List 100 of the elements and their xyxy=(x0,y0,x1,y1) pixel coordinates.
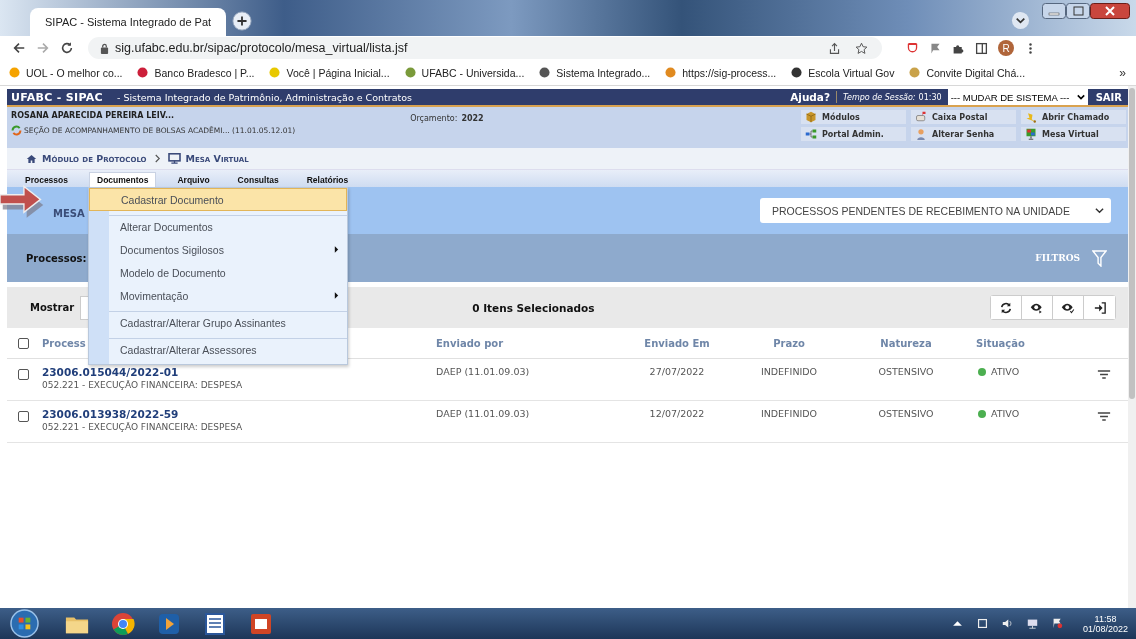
dropdown-item[interactable]: Cadastrar Documento xyxy=(89,188,347,211)
column-header: Situação xyxy=(975,337,1026,349)
menu-item[interactable]: Arquivo xyxy=(170,173,217,187)
document-icon[interactable] xyxy=(203,611,227,636)
process-number-link[interactable]: 23006.013938/2022-59 xyxy=(42,408,436,420)
table-cell-text: DAEP (11.01.09.03) xyxy=(436,408,531,419)
select-all-checkbox[interactable] xyxy=(18,337,29,349)
session-label: Tempo de Sessão: xyxy=(843,92,916,102)
column-header: Natureza xyxy=(879,337,933,349)
eye-check-icon xyxy=(1061,301,1075,314)
monitor-icon xyxy=(167,153,181,164)
tray-arrow-icon[interactable] xyxy=(951,618,963,629)
shortcut-link[interactable]: Mesa Virtual xyxy=(1021,127,1126,141)
table-cell-text: 12/07/2022 xyxy=(648,408,706,419)
browser-tab[interactable]: SIPAC - Sistema Integrado de Pat xyxy=(30,8,226,36)
shortcut-link[interactable]: Módulos xyxy=(801,110,906,124)
options-icon[interactable] xyxy=(1097,411,1111,422)
dropdown-item[interactable]: Modelo de Documento xyxy=(89,261,347,284)
budget-label: Orçamento: xyxy=(410,114,458,123)
bookmark[interactable]: Convite Digital Chá... xyxy=(909,66,1026,79)
star-icon[interactable] xyxy=(855,41,868,55)
profile-avatar[interactable]: R xyxy=(998,40,1014,56)
scrollbar[interactable] xyxy=(1128,86,1136,608)
column-header: Enviado Em xyxy=(643,337,711,349)
process-number-link[interactable]: 23006.015044/2022-01 xyxy=(42,366,436,378)
restore-icon[interactable] xyxy=(1066,3,1090,19)
budget-year: 2022 xyxy=(461,114,484,123)
session-time: 01:30 xyxy=(918,92,942,102)
column-header: Prazo xyxy=(772,337,806,349)
view-select[interactable]: PROCESSOS PENDENTES DE RECEBIMENTO NA UNIDADE xyxy=(760,198,1111,223)
shortcut-link[interactable]: Portal Admin. xyxy=(801,127,906,141)
table-cell-text: OSTENSIVO xyxy=(877,408,935,419)
lock-icon xyxy=(100,42,109,54)
person-icon xyxy=(915,128,927,140)
share-icon[interactable] xyxy=(828,41,841,55)
side-panel-icon[interactable] xyxy=(975,41,988,55)
speaker-icon[interactable] xyxy=(1001,618,1013,629)
browser-icon[interactable] xyxy=(111,611,135,636)
dropdown-item[interactable]: Movimentação xyxy=(89,284,347,307)
bookmark[interactable]: Banco Bradesco | P... xyxy=(137,66,255,79)
triangle-right-icon xyxy=(334,292,339,299)
refresh-icon xyxy=(999,301,1013,314)
menu-item[interactable]: Processos xyxy=(18,173,75,187)
bookmark[interactable]: https://sig-process... xyxy=(665,66,777,79)
address-bar[interactable]: sig.ufabc.edu.br/sipac/protocolo/mesa_virtual/lista.jsf xyxy=(88,37,882,59)
mailbox-icon xyxy=(915,111,927,123)
presentation-icon[interactable] xyxy=(249,611,273,636)
show-label: Mostrar xyxy=(30,302,75,313)
dropdown-item[interactable]: Documentos Sigilosos xyxy=(89,238,347,261)
chevron-right-icon xyxy=(153,154,161,163)
more-bookmarks[interactable]: » xyxy=(1119,65,1126,80)
table-cell-text: INDEFINIDO xyxy=(759,366,819,377)
menu-item[interactable]: Documentos xyxy=(89,172,157,187)
shortcut-link[interactable]: Alterar Senha xyxy=(911,127,1016,141)
page-title: MESA xyxy=(53,208,85,219)
sign-in-icon xyxy=(1092,301,1107,314)
table-cell-text: 27/07/2022 xyxy=(648,366,706,377)
triangle-right-icon xyxy=(334,246,339,253)
tab-title: SIPAC - Sistema Integrado de Pat xyxy=(45,16,212,28)
monitor-icon xyxy=(1025,128,1037,140)
refresh-button[interactable] xyxy=(991,296,1022,319)
table-cell-text: DAEP (11.01.09.03) xyxy=(436,366,531,377)
process-subject: 052.221 - EXECUÇÃO FINANCEIRA: DESPESA xyxy=(42,380,244,390)
bookmark[interactable]: Você | Página Inicial... xyxy=(269,66,390,79)
back-icon[interactable] xyxy=(12,41,26,55)
clock-date: 01/08/2022 xyxy=(1082,623,1128,634)
chevron-down-icon xyxy=(1076,93,1085,101)
bookmark[interactable]: UOL - O melhor co... xyxy=(9,66,123,79)
shortcut-link[interactable]: Caixa Postal xyxy=(911,110,1016,124)
logout-link[interactable]: SAIR xyxy=(1087,91,1128,103)
chevron-down-icon xyxy=(1095,206,1104,215)
breadcrumb-link[interactable]: Módulo de Protocolo xyxy=(42,153,147,164)
close-icon[interactable] xyxy=(1090,3,1130,19)
flag-icon[interactable] xyxy=(1051,618,1063,629)
extension-icon[interactable] xyxy=(906,41,919,55)
reload-icon[interactable] xyxy=(60,41,74,55)
shortcut-link[interactable]: Abrir Chamado xyxy=(1021,110,1126,124)
column-header: Process xyxy=(41,337,87,349)
help-link[interactable]: Ajuda? xyxy=(784,91,838,103)
system-select[interactable]: --- MUDAR DE SISTEMA --- xyxy=(947,89,1088,105)
bookmark[interactable]: Sistema Integrado... xyxy=(539,66,651,79)
options-icon[interactable] xyxy=(1097,369,1111,380)
minimize-icon[interactable] xyxy=(1042,3,1066,19)
breadcrumb-link[interactable]: Mesa Virtual xyxy=(185,153,249,164)
chevron-down-icon[interactable] xyxy=(1011,10,1030,30)
table-cell-text: OSTENSIVO xyxy=(877,366,935,377)
row-checkbox[interactable] xyxy=(18,411,29,422)
device-icon[interactable] xyxy=(976,618,988,629)
media-player-icon[interactable] xyxy=(157,611,181,636)
bookmark[interactable]: Escola Virtual Gov xyxy=(791,66,895,79)
menu-item[interactable]: Relatórios xyxy=(299,173,356,187)
home-icon xyxy=(26,153,37,164)
menu-item[interactable]: Consultas xyxy=(230,173,286,187)
status-text: ATIVO xyxy=(991,408,1020,419)
start-button[interactable] xyxy=(10,609,39,638)
row-checkbox[interactable] xyxy=(18,369,29,380)
system-subtitle: - Sistema Integrado de Patrimônio, Administração e Contratos xyxy=(116,91,412,103)
new-tab-icon[interactable] xyxy=(232,11,252,31)
status-text: ATIVO xyxy=(991,366,1020,377)
bookmark[interactable]: UFABC - Universida... xyxy=(404,66,525,79)
